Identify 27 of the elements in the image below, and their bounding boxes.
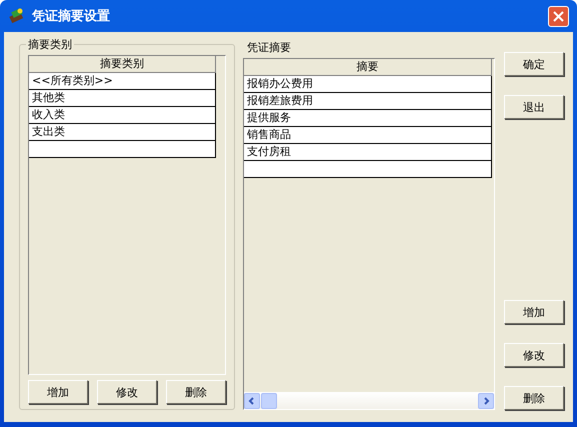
scroll-left-icon[interactable] [244, 392, 260, 408]
table-cell[interactable]: <<所有类别>> [29, 73, 216, 90]
action-button[interactable]: 修改 [97, 380, 157, 404]
table-cell[interactable]: 其他类 [29, 90, 216, 107]
close-icon [553, 10, 564, 22]
close-button[interactable] [548, 6, 569, 26]
column-header: 摘要 [244, 59, 492, 76]
group-legend: 摘要类别 [26, 37, 74, 52]
window-title: 凭证摘要设置 [32, 8, 111, 25]
column-header: 摘要类别 [29, 56, 216, 73]
table-cell[interactable]: 报销办公费用 [244, 76, 492, 93]
dialog-button[interactable]: 确定 [504, 52, 564, 76]
panel-label: 凭证摘要 [247, 40, 292, 55]
scroll-right-icon[interactable] [478, 392, 494, 408]
table-cell[interactable]: 收入类 [29, 107, 216, 124]
action-button[interactable]: 删除 [166, 380, 226, 404]
action-button[interactable]: 删除 [504, 386, 564, 410]
action-button[interactable]: 增加 [28, 380, 88, 404]
table-cell[interactable]: 报销差旅费用 [244, 93, 492, 110]
table-cell[interactable]: 提供服务 [244, 110, 492, 127]
dialog-button[interactable]: 退出 [504, 95, 564, 119]
table-cell[interactable]: 销售商品 [244, 127, 492, 144]
table-cell[interactable]: 支付房租 [244, 144, 492, 161]
table-cell[interactable]: 支出类 [29, 124, 216, 141]
horizontal-scrollbar[interactable] [244, 392, 494, 409]
action-button[interactable]: 修改 [504, 343, 564, 367]
action-button[interactable]: 增加 [504, 300, 564, 324]
